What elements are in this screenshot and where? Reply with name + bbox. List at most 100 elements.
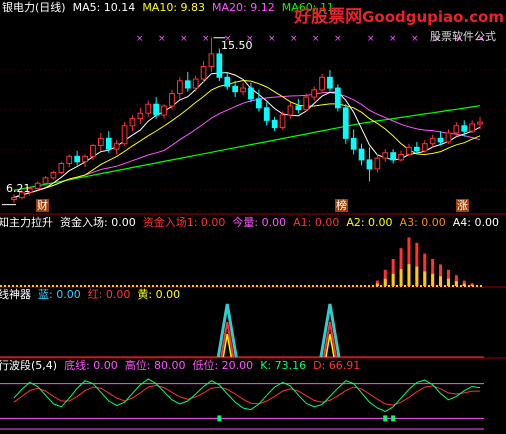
high-price-label: 15.50 <box>221 39 253 52</box>
fund-bar-base-47 <box>383 278 387 286</box>
candle-body-23 <box>192 78 199 89</box>
candle-body-40 <box>327 76 333 89</box>
fund-bar-base-49 <box>399 268 403 286</box>
candle-body-28 <box>232 85 239 93</box>
candle-body-34 <box>279 114 286 129</box>
candle-body-39 <box>319 76 325 91</box>
candle-body-52 <box>421 143 428 152</box>
signal-marker-9: × <box>334 34 342 44</box>
buy-marker-1 <box>383 415 388 422</box>
candle-body-37 <box>303 96 310 111</box>
candle-body-10 <box>90 145 96 157</box>
candle-body-18 <box>153 103 160 116</box>
candle-body-31 <box>255 98 262 109</box>
candle-body-5 <box>50 171 57 179</box>
panel2-header-item-1: 资金入场: 0.00 <box>60 216 136 229</box>
signal-marker-10: × <box>367 34 375 44</box>
fund-bar-base-50 <box>407 264 411 286</box>
main-header-item-0: 银电力(日线) <box>2 1 66 14</box>
candle-body-32 <box>263 107 270 121</box>
panel3-header-item-0: 线神器 <box>0 288 31 301</box>
candle-body-11 <box>97 137 104 147</box>
candle-body-55 <box>445 132 452 143</box>
candle-body-44 <box>358 148 365 161</box>
low-price-label: 6.21 <box>6 182 31 195</box>
fund-bar-base-51 <box>415 266 419 286</box>
candle-body-54 <box>437 137 444 143</box>
candle-body-47 <box>382 152 389 159</box>
fund-bar-base-54 <box>439 276 443 286</box>
panel2-header-item-5: A2: 0.00 <box>346 216 393 229</box>
candle-body-51 <box>413 146 420 152</box>
blue-spike-1 <box>319 303 341 358</box>
candle-body-3 <box>34 182 41 190</box>
signal-marker-6: × <box>268 34 276 44</box>
candle-body-57 <box>461 125 468 132</box>
fund-bar-base-48 <box>391 273 395 286</box>
candle-body-24 <box>200 66 207 80</box>
candle-body-26 <box>216 53 223 78</box>
panel4-header-item-5: D: 66.91 <box>313 359 361 372</box>
ma10-line <box>13 79 481 199</box>
chart-stage: × × × × × × × × × × × × × × × × 银电力(日线) MA5: 10.14 MA10: … <box>0 0 506 434</box>
indicator-panel-header: 知主力拉升 资金入场: 0.00 资金入场1: 0.00 今量: 0.00 A1: 0.… <box>0 216 506 229</box>
panel2-header-item-2: 资金入场1: 0.00 <box>142 216 226 229</box>
candle-body-41 <box>334 87 341 109</box>
candle-body-49 <box>398 154 404 161</box>
candle-body-16 <box>137 112 144 120</box>
candle-body-59 <box>477 121 483 125</box>
panel2-header-item-0: 知主力拉升 <box>0 216 53 229</box>
buy-marker-0 <box>217 415 222 422</box>
panel3-header-item-1: 蓝: 0.00 <box>38 288 81 301</box>
candle-body-8 <box>74 155 81 163</box>
candle-body-22 <box>184 80 191 89</box>
fund-bar-base-53 <box>431 273 435 286</box>
candle-body-19 <box>161 105 167 116</box>
panel3-header-item-2: 红: 0.00 <box>87 288 131 301</box>
candle-body-30 <box>248 87 254 100</box>
fund-bar-base-55 <box>446 278 450 286</box>
signal-panel-header: 线神器 蓝: 0.00 红: 0.00 黄: 0.00 <box>0 288 187 301</box>
candle-body-50 <box>406 146 412 156</box>
panel2-header-item-7: A4: 0.00 <box>452 216 499 229</box>
candle-body-46 <box>374 157 381 170</box>
signal-marker-8: × <box>312 34 320 44</box>
candle-body-48 <box>390 152 397 161</box>
candle-body-35 <box>287 105 294 116</box>
panel4-header-item-0: 行波段(5,4) <box>0 359 58 372</box>
watermark-sub: 股票软件公式 <box>430 30 496 43</box>
oscillator-panel-header: 行波段(5,4) 底线: 0.00 高位: 80.00 低位: 20.00 K: 73.… <box>0 359 367 372</box>
signal-marker-7: × <box>290 34 298 44</box>
candle-body-25 <box>208 53 215 67</box>
signal-marker-1: × <box>158 34 166 44</box>
candle-body-33 <box>271 119 278 129</box>
buy-marker-2 <box>391 415 396 422</box>
panel4-header-item-3: 低位: 20.00 <box>192 359 254 372</box>
panel4-header-item-2: 高位: 80.00 <box>124 359 186 372</box>
panel4-header-item-4: K: 73.16 <box>260 359 307 372</box>
fund-bar-base-52 <box>423 271 427 286</box>
main-header-item-3: MA20: 9.12 <box>212 1 275 14</box>
signal-marker-2: × <box>180 34 188 44</box>
watermark-site: 好股票网 <box>294 7 363 27</box>
panel3-header-item-3: 黄: 0.00 <box>137 288 181 301</box>
signal-marker-11: × <box>389 34 397 44</box>
candle-body-6 <box>58 163 65 173</box>
candle-body-0 <box>11 197 17 200</box>
candle-body-17 <box>145 103 152 114</box>
event-label-2: 榜 <box>335 199 348 212</box>
candle-body-20 <box>169 92 175 107</box>
blue-spike-0 <box>216 303 238 358</box>
candle-body-27 <box>224 76 231 87</box>
candle-body-15 <box>129 118 136 127</box>
candle-body-12 <box>105 137 112 150</box>
main-header-item-1: MA5: 10.14 <box>72 1 136 14</box>
panel2-header-item-3: 今量: 0.00 <box>232 216 287 229</box>
event-label-3: 涨 <box>456 199 469 212</box>
watermark-url: Goodgupiao.com <box>362 8 504 26</box>
candle-body-7 <box>66 155 73 165</box>
candle-body-13 <box>113 143 120 150</box>
candle-body-53 <box>429 137 436 145</box>
candle-body-56 <box>453 125 460 134</box>
watermark: 好股票网Goodgupiao.com 股票软件公式 <box>294 2 504 43</box>
